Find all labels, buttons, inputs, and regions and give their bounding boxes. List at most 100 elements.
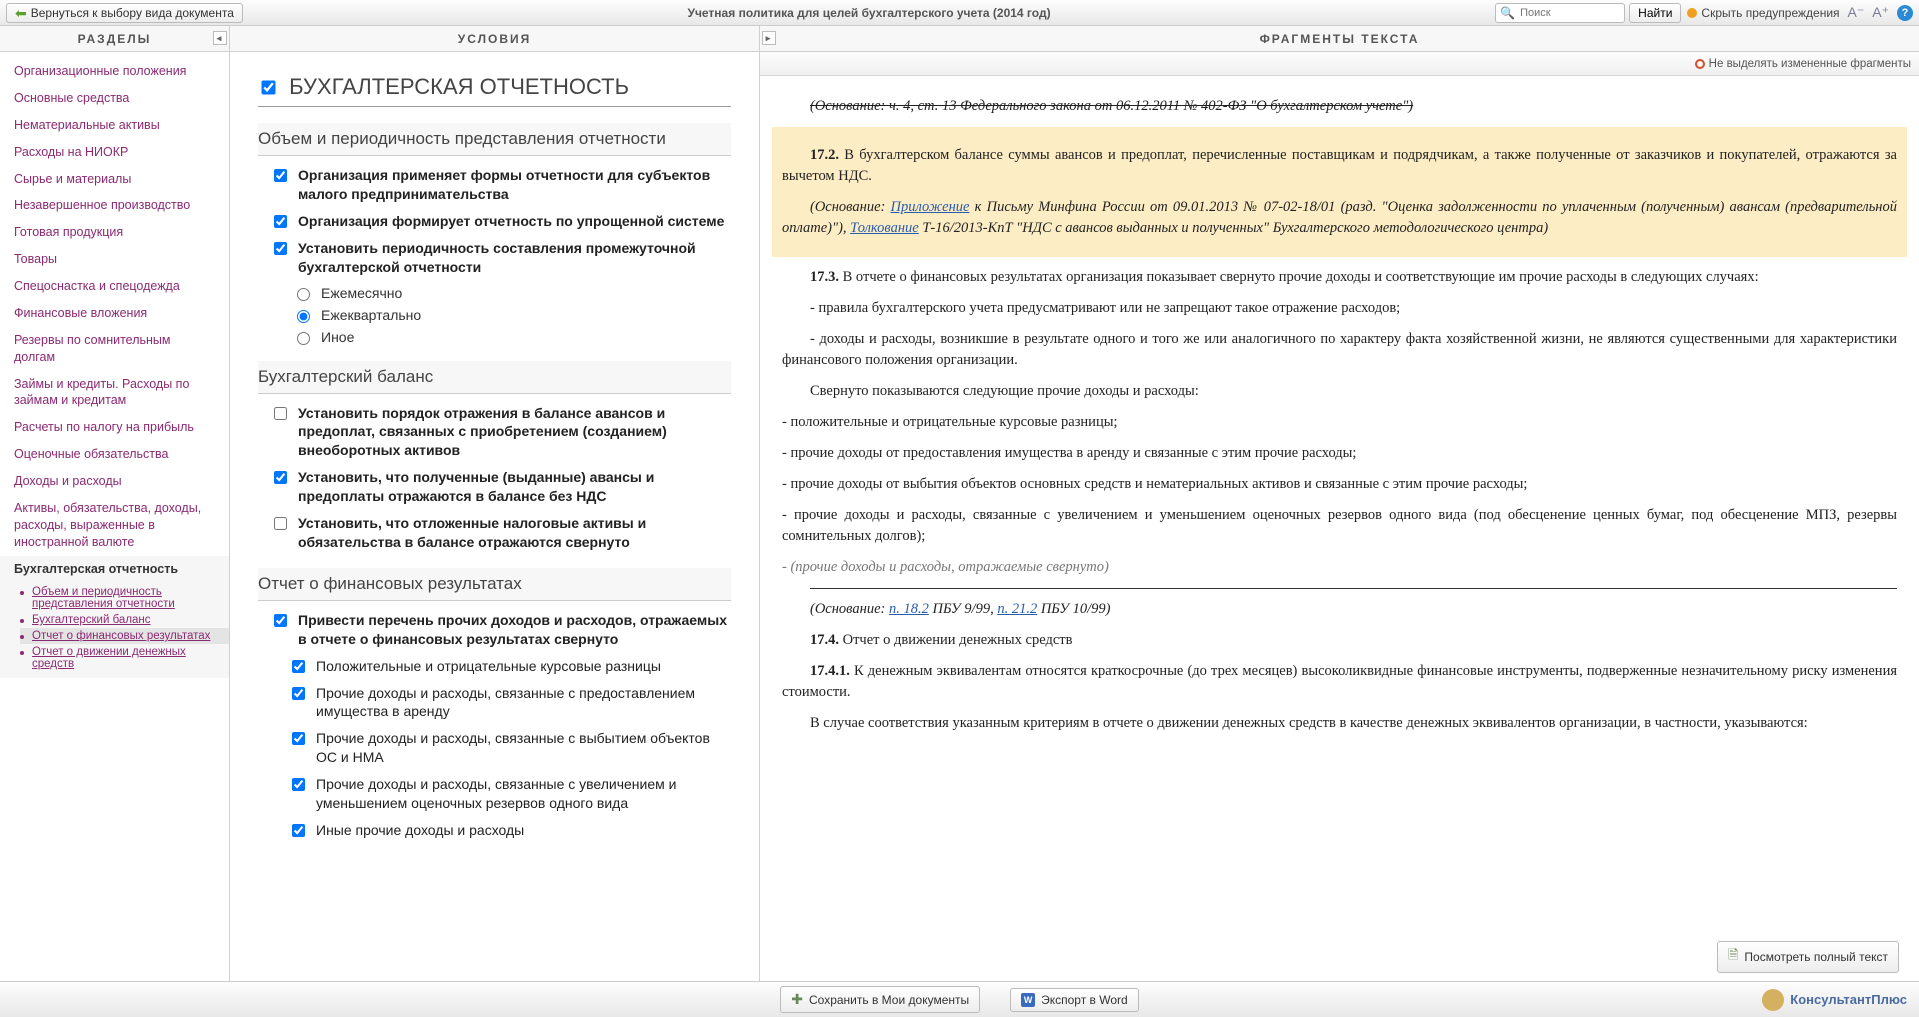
- option-label: Организация применяет формы отчетности д…: [298, 166, 731, 204]
- hide-warnings-label: Скрыть предупреждения: [1701, 6, 1839, 20]
- option-row: Установить, что полученные (выданные) ав…: [270, 468, 731, 506]
- option-checkbox[interactable]: [274, 517, 287, 530]
- sidebar-item[interactable]: Финансовые вложения: [0, 300, 229, 327]
- suboption-checkbox[interactable]: [292, 660, 305, 673]
- option-checkbox[interactable]: [274, 471, 287, 484]
- option-checkbox[interactable]: [274, 407, 287, 420]
- radio-quarterly[interactable]: [297, 310, 310, 323]
- sidebar-item[interactable]: Незавершенное производство: [0, 192, 229, 219]
- font-decrease-icon[interactable]: A⁻: [1848, 4, 1865, 21]
- option-row: Установить, что отложенные налоговые акт…: [270, 514, 731, 552]
- option-label: Привести перечень прочих доходов и расхо…: [298, 611, 731, 649]
- back-button[interactable]: ⬅ Вернуться к выбору вида документа: [6, 3, 243, 23]
- subsection-volume: Объем и периодичность представления отче…: [258, 123, 731, 156]
- sidebar-item[interactable]: Расходы на НИОКР: [0, 139, 229, 166]
- sidebar-item[interactable]: Резервы по сомнительным долгам: [0, 327, 229, 371]
- option-checkbox[interactable]: [274, 242, 287, 255]
- find-button[interactable]: Найти: [1629, 3, 1681, 23]
- suboption-checkbox[interactable]: [292, 732, 305, 745]
- brand-logo: КонсультантПлюс: [1762, 989, 1907, 1011]
- text-line: 17.4.1. К денежным эквивалентам относятс…: [782, 661, 1897, 703]
- option-checkbox[interactable]: [274, 614, 287, 627]
- text-span: Отчет о движении денежных средств: [839, 632, 1072, 648]
- sidebar-item[interactable]: Готовая продукция: [0, 219, 229, 246]
- radio-label: Иное: [321, 329, 354, 345]
- font-increase-icon[interactable]: A⁺: [1872, 4, 1889, 21]
- text-line: 17.2. В бухгалтерском балансе суммы аван…: [782, 145, 1897, 187]
- sidebar-item[interactable]: Нематериальные активы: [0, 112, 229, 139]
- clause-number: 17.4.1.: [810, 663, 850, 679]
- suboption-label: Положительные и отрицательные курсовые р…: [316, 657, 661, 676]
- text-line: - положительные и отрицательные курсовые…: [782, 412, 1897, 433]
- suboption-row: Прочие доходы и расходы, связанные с выб…: [288, 729, 731, 767]
- conditions-panel: БУХГАЛТЕРСКАЯ ОТЧЕТНОСТЬ Объем и периоди…: [230, 52, 760, 981]
- sidebar-item-active[interactable]: Бухгалтерская отчетность: [0, 556, 229, 583]
- radio-other[interactable]: [297, 332, 310, 345]
- text-line: 17.3. В отчете о финансовых результатах …: [782, 267, 1897, 288]
- suboption-row: Прочие доходы и расходы, связанные с уве…: [288, 775, 731, 813]
- sidebar-item[interactable]: Доходы и расходы: [0, 468, 229, 495]
- save-label: Сохранить в Мои документы: [809, 993, 969, 1007]
- option-row: Организация формирует отчетность по упро…: [270, 212, 731, 231]
- option-label: Установить, что отложенные налоговые акт…: [298, 514, 731, 552]
- sidebar-subitem[interactable]: Объем и периодичность представления отче…: [20, 584, 229, 612]
- sidebar-item[interactable]: Спецоснастка и спецодежда: [0, 273, 229, 300]
- sidebar-subitem[interactable]: Бухгалтерский баланс: [20, 612, 229, 628]
- brand-label: КонсультантПлюс: [1790, 992, 1907, 1007]
- save-button[interactable]: ✚ Сохранить в Мои документы: [780, 986, 980, 1013]
- text-line: (Основание: п. 18.2 ПБУ 9/99, п. 21.2 ПБ…: [782, 599, 1897, 620]
- sidebar-subitem[interactable]: Отчет о движении денежных средств: [20, 644, 229, 672]
- full-text-button[interactable]: 🗎 Посмотреть полный текст: [1717, 941, 1899, 973]
- fragments-body[interactable]: (Основание: ч. 4, ст. 13 Федерального за…: [760, 76, 1919, 981]
- text-line: - прочие доходы от предоставления имущес…: [782, 443, 1897, 464]
- radio-row: Ежемесячно: [292, 285, 731, 301]
- option-row: Установить порядок отражения в балансе а…: [270, 404, 731, 461]
- option-label: Установить, что полученные (выданные) ав…: [298, 468, 731, 506]
- link-interpretation[interactable]: Толкование: [850, 220, 919, 236]
- suboption-checkbox[interactable]: [292, 778, 305, 791]
- sidebar-item[interactable]: Основные средства: [0, 85, 229, 112]
- radio-group-periodicity: Ежемесячно Ежеквартально Иное: [292, 285, 731, 345]
- suboption-checkbox[interactable]: [292, 687, 305, 700]
- export-word-button[interactable]: W Экспорт в Word: [1010, 988, 1139, 1012]
- sidebar-item[interactable]: Сырье и материалы: [0, 166, 229, 193]
- sidebar-item[interactable]: Товары: [0, 246, 229, 273]
- search-icon: 🔍: [1500, 6, 1515, 20]
- sidebar-item[interactable]: Оценочные обязательства: [0, 441, 229, 468]
- sidebar-subitem-selected[interactable]: Отчет о финансовых результатах: [20, 628, 229, 644]
- collapse-right-icon[interactable]: ▸: [762, 31, 776, 45]
- sidebar-item[interactable]: Активы, обязательства, доходы, расходы, …: [0, 495, 229, 556]
- search-input[interactable]: [1518, 6, 1613, 20]
- help-icon[interactable]: ?: [1897, 5, 1913, 21]
- search-box[interactable]: 🔍: [1495, 3, 1625, 23]
- highlighted-block: 17.2. В бухгалтерском балансе суммы аван…: [772, 127, 1907, 257]
- suboption-label: Прочие доходы и расходы, связанные с уве…: [316, 775, 731, 813]
- link-pbu9[interactable]: п. 18.2: [889, 601, 929, 617]
- top-icons: A⁻ A⁺ ?: [1848, 4, 1913, 21]
- header-conditions: УСЛОВИЯ: [230, 26, 760, 51]
- text-span: (Основание:: [810, 199, 891, 215]
- sidebar-item[interactable]: Расчеты по налогу на прибыль: [0, 414, 229, 441]
- bottom-bar: ✚ Сохранить в Мои документы W Экспорт в …: [0, 981, 1919, 1017]
- clause-number: 17.4.: [810, 632, 839, 648]
- collapse-left-icon[interactable]: ◂: [213, 31, 227, 45]
- hide-warnings-button[interactable]: Скрыть предупреждения: [1687, 6, 1839, 20]
- text-line: В случае соответствия указанным критерия…: [782, 713, 1897, 734]
- sidebar-item[interactable]: Займы и кредиты. Расходы по займам и кре…: [0, 371, 229, 415]
- option-checkbox[interactable]: [274, 169, 287, 182]
- full-text-wrapper: 🗎 Посмотреть полный текст: [1717, 941, 1899, 973]
- section-checkbox[interactable]: [261, 80, 275, 94]
- text-line: - прочие доходы и расходы, связанные с у…: [782, 505, 1897, 547]
- link-attachment[interactable]: Приложение: [891, 199, 970, 215]
- option-checkbox[interactable]: [274, 215, 287, 228]
- text-line: - (прочие доходы и расходы, отражаемые с…: [782, 557, 1897, 578]
- brand-icon: [1762, 989, 1784, 1011]
- divider: [810, 588, 1897, 589]
- full-text-label: Посмотреть полный текст: [1744, 950, 1888, 964]
- no-highlight-button[interactable]: Не выделять измененные фрагменты: [1709, 58, 1911, 70]
- text-line: (Основание: Приложение к Письму Минфина …: [782, 197, 1897, 239]
- sidebar-item[interactable]: Организационные положения: [0, 58, 229, 85]
- suboption-checkbox[interactable]: [292, 824, 305, 837]
- link-pbu10[interactable]: п. 21.2: [997, 601, 1037, 617]
- radio-monthly[interactable]: [297, 288, 310, 301]
